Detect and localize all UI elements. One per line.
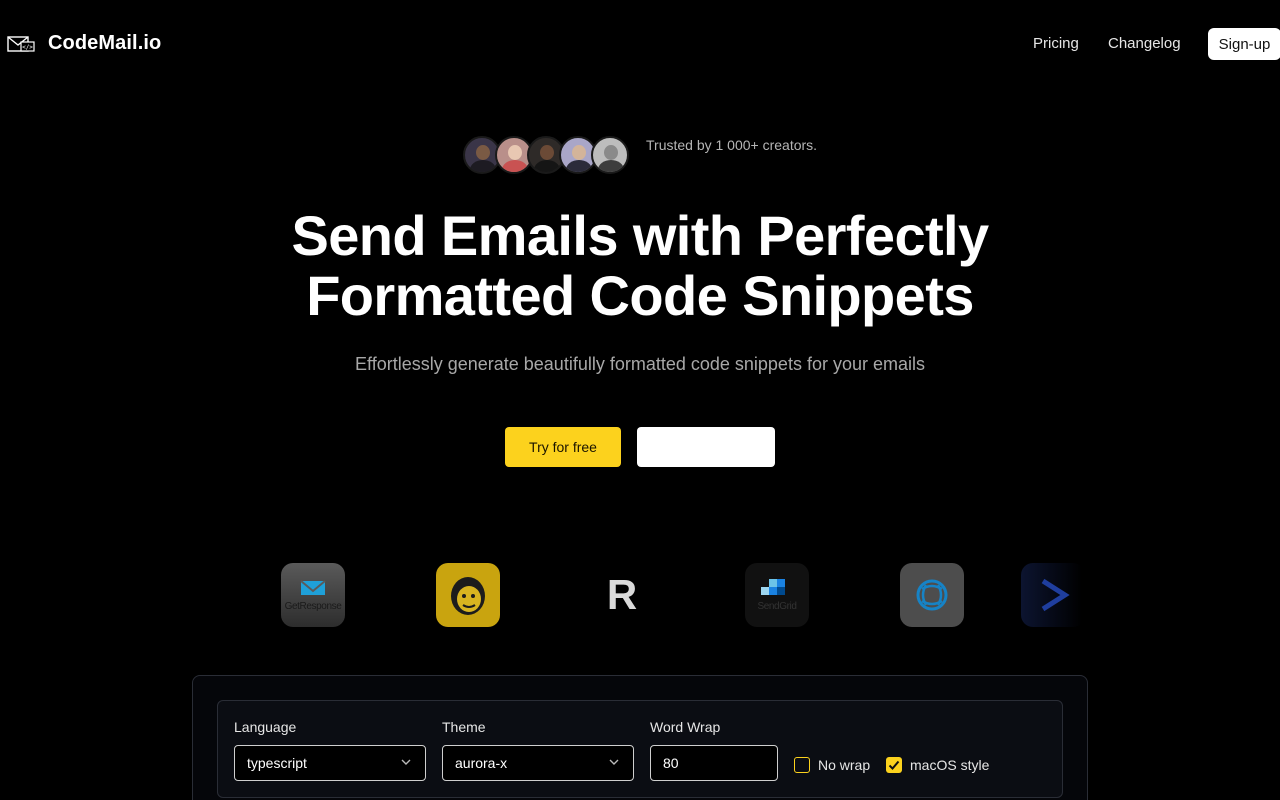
avatar xyxy=(591,136,629,174)
sendinblue-logo xyxy=(900,563,964,627)
word-wrap-input[interactable] xyxy=(651,746,777,780)
activecampaign-logo xyxy=(1021,563,1085,627)
secondary-cta-button[interactable] xyxy=(637,427,775,467)
nav-pricing-link[interactable]: Pricing xyxy=(1033,35,1079,52)
no-wrap-checkbox[interactable] xyxy=(794,757,810,773)
sendgrid-icon xyxy=(761,579,785,595)
activecampaign-icon xyxy=(1041,578,1070,612)
envelope-icon xyxy=(300,580,326,595)
signup-button[interactable]: Sign-up xyxy=(1208,28,1280,60)
r-logo-letter: R xyxy=(607,571,637,618)
hero-subtitle: Effortlessly generate beautifully format… xyxy=(355,354,925,374)
site-header: </> CodeMail.io Pricing Changelog Sign-u… xyxy=(0,0,1280,88)
macos-style-label[interactable]: macOS style xyxy=(910,757,989,773)
brand-name: CodeMail.io xyxy=(48,32,162,54)
r-logo: R xyxy=(590,563,654,627)
nav-changelog-link[interactable]: Changelog xyxy=(1108,35,1181,52)
mailchimp-icon xyxy=(451,577,485,615)
language-select[interactable]: typescript xyxy=(234,745,426,781)
svg-text:</>: </> xyxy=(22,44,33,51)
chevron-down-icon xyxy=(609,759,619,765)
theme-select[interactable]: aurora-x xyxy=(442,745,634,781)
chevron-down-icon xyxy=(401,759,411,765)
mailchimp-logo xyxy=(436,563,500,627)
envelope-code-icon: </> xyxy=(7,35,35,52)
language-label: Language xyxy=(234,719,297,735)
avatar-group xyxy=(463,136,629,174)
checkmark-icon xyxy=(888,760,900,770)
theme-label: Theme xyxy=(442,719,486,735)
no-wrap-label[interactable]: No wrap xyxy=(818,757,870,773)
hero-title-line-1: Send Emails with Perfectly xyxy=(291,204,989,267)
language-select-value: typescript xyxy=(247,755,307,771)
sendinblue-icon xyxy=(916,579,948,611)
theme-select-value: aurora-x xyxy=(455,755,508,771)
word-wrap-input-wrapper xyxy=(650,745,778,781)
hero-title-line-2: Formatted Code Snippets xyxy=(306,264,974,327)
sendgrid-label: SendGrid xyxy=(757,601,797,612)
trusted-text: Trusted by 1 000+ creators. xyxy=(646,137,818,153)
getresponse-logo: GetResponse xyxy=(281,563,345,627)
word-wrap-label: Word Wrap xyxy=(650,719,721,735)
hero-title: Send Emails with Perfectly Formatted Cod… xyxy=(0,206,1280,326)
brand[interactable]: </> CodeMail.io xyxy=(7,32,161,55)
try-for-free-button[interactable]: Try for free xyxy=(505,427,621,467)
getresponse-label: GetResponse xyxy=(284,601,342,612)
macos-style-checkbox[interactable] xyxy=(886,757,902,773)
sendgrid-logo: SendGrid xyxy=(745,563,809,627)
